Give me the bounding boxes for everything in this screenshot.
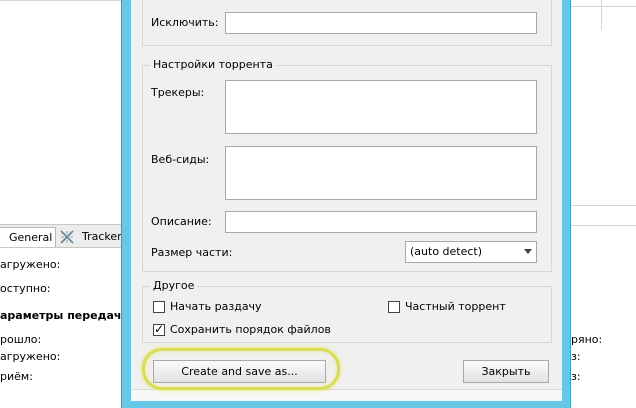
piece-size-label: Размер части: [151, 246, 233, 259]
close-button[interactable]: Закрыть [463, 360, 549, 383]
private-torrent-label[interactable]: Частный торрент [405, 300, 506, 314]
bg-label-receive: риём: [0, 370, 33, 383]
background-window-right: ряно: з: з: [571, 0, 636, 400]
exclude-input[interactable] [225, 12, 537, 34]
bg-right-label: ряно: [571, 333, 603, 346]
webseeds-label: Веб-сиды: [151, 153, 210, 166]
piece-size-select[interactable]: (auto detect) [405, 241, 537, 263]
checkmark-icon: ✓ [154, 322, 165, 336]
tab-tracker-label: Tracker [82, 230, 122, 243]
bg-label-downloaded: агружено: [0, 258, 61, 271]
exclude-label: Исключить: [151, 16, 219, 29]
bg-right-label: з: [571, 370, 581, 383]
preserve-order-label[interactable]: Сохранить порядок файлов [170, 323, 331, 337]
tracker-icon [60, 230, 74, 244]
tab-tracker[interactable]: Tracker [57, 227, 127, 246]
chevron-down-icon [524, 249, 532, 254]
trackers-label: Трекеры: [151, 86, 205, 99]
divider [571, 225, 636, 226]
background-tab-bar: General Tracker [0, 224, 124, 248]
bg-label-downloaded-2: агружено: [0, 350, 61, 363]
bg-label-elapsed: рошло: [0, 333, 42, 346]
start-seeding-checkbox[interactable] [153, 301, 165, 313]
description-input[interactable] [225, 211, 537, 233]
tab-general-label: General [9, 231, 53, 244]
webseeds-textarea[interactable] [225, 146, 537, 200]
divider [601, 0, 602, 30]
torrent-settings-title: Настройки торрента [150, 58, 276, 71]
background-window-left: General Tracker агружено: оступно: араме… [0, 0, 134, 400]
private-torrent-checkbox[interactable] [388, 301, 400, 313]
bg-right-label: з: [571, 350, 581, 363]
piece-size-value: (auto detect) [410, 245, 483, 258]
trackers-textarea[interactable] [225, 80, 537, 134]
bg-label-transfer-params: араметры передачи: [0, 309, 134, 322]
start-seeding-label[interactable]: Начать раздачу [170, 300, 262, 314]
tab-general[interactable]: General [0, 227, 56, 247]
divider [571, 205, 636, 206]
highlight-ring [142, 348, 340, 390]
description-label: Описание: [151, 215, 212, 228]
create-torrent-dialog: Исключить: Настройки торрента Трекеры: В… [131, 0, 562, 400]
divider [571, 6, 636, 7]
divider [0, 0, 124, 1]
dialog-footer-strip [131, 389, 562, 401]
preserve-order-checkbox[interactable]: ✓ [153, 322, 165, 336]
bg-label-available: оступно: [0, 282, 51, 295]
other-title: Другое [150, 279, 198, 292]
